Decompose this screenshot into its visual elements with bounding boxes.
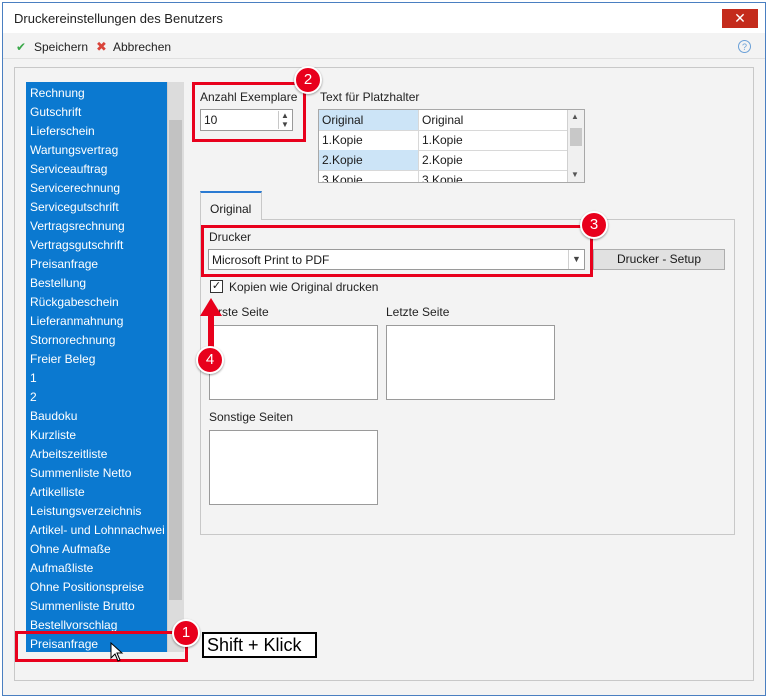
last-page-label: Letzte Seite bbox=[386, 305, 450, 319]
list-item[interactable]: Arbeitszeitliste bbox=[30, 447, 107, 461]
placeholder-label: Text für Platzhalter bbox=[320, 90, 420, 104]
list-item[interactable]: Servicegutschrift bbox=[30, 200, 119, 214]
list-item[interactable]: Bestellvorschlag bbox=[30, 618, 117, 632]
checkmark-icon: ✔ bbox=[16, 40, 27, 54]
highlight-list-item bbox=[15, 631, 188, 662]
badge-1: 1 bbox=[172, 619, 200, 647]
list-item[interactable]: Baudoku bbox=[30, 409, 77, 423]
table-cell[interactable]: Original bbox=[319, 110, 419, 130]
table-cell[interactable]: 2.Kopie bbox=[419, 150, 536, 170]
cancel-icon: ✖ bbox=[96, 39, 107, 54]
list-item[interactable]: Aufmaßliste bbox=[30, 561, 93, 575]
help-icon[interactable]: ? bbox=[738, 40, 751, 53]
placeholder-table[interactable]: Original Original 1.Kopie 1.Kopie 2.Kopie 2.K… bbox=[318, 109, 585, 183]
shift-click-note: Shift + Klick bbox=[202, 632, 317, 658]
list-item[interactable]: Wartungsvertrag bbox=[30, 143, 118, 157]
table-cell[interactable]: 2.Kopie bbox=[319, 150, 419, 170]
table-row[interactable]: 2.Kopie 2.Kopie bbox=[319, 150, 569, 171]
table-cell[interactable]: 3.Kopie bbox=[319, 170, 419, 182]
badge-4: 4 bbox=[196, 346, 224, 374]
highlight-copies bbox=[192, 82, 306, 142]
table-cell[interactable]: Original bbox=[419, 110, 536, 130]
list-item[interactable]: Summenliste Netto bbox=[30, 466, 131, 480]
list-item[interactable]: Bestellung bbox=[30, 276, 86, 290]
list-item[interactable]: Lieferschein bbox=[30, 124, 95, 138]
tab-original[interactable]: Original bbox=[200, 191, 262, 220]
printer-setup-button[interactable]: Drucker - Setup bbox=[593, 249, 725, 270]
document-type-list[interactable]: Rechnung Gutschrift Lieferschein Wartungsve… bbox=[26, 82, 167, 652]
table-cell[interactable]: 1.Kopie bbox=[419, 130, 536, 150]
close-button[interactable]: ✕ bbox=[722, 9, 758, 28]
list-item[interactable]: Summenliste Brutto bbox=[30, 599, 135, 613]
list-item[interactable]: 1 bbox=[30, 371, 37, 385]
table-row[interactable]: 3.Kopie 3.Kopie bbox=[319, 170, 569, 182]
other-pages-label: Sonstige Seiten bbox=[209, 410, 294, 424]
scroll-down-icon[interactable]: ▼ bbox=[571, 170, 579, 179]
list-item[interactable]: Rückgabeschein bbox=[30, 295, 119, 309]
table-cell[interactable]: 1.Kopie bbox=[319, 130, 419, 150]
list-item[interactable]: Artikelliste bbox=[30, 485, 85, 499]
first-page-box[interactable] bbox=[209, 325, 378, 400]
list-item[interactable]: Gutschrift bbox=[30, 105, 81, 119]
list-item[interactable]: Servicerechnung bbox=[30, 181, 120, 195]
copies-like-original-checkbox[interactable]: ✓ bbox=[210, 280, 223, 293]
window-title: Druckereinstellungen des Benutzers bbox=[14, 11, 223, 26]
cancel-button[interactable]: Abbrechen bbox=[113, 40, 171, 54]
list-item[interactable]: Rechnung bbox=[30, 86, 85, 100]
list-item[interactable]: Lieferanmahnung bbox=[30, 314, 123, 328]
mouse-cursor-icon bbox=[110, 642, 124, 662]
first-page-label: rste Seite bbox=[218, 305, 269, 319]
highlight-printer bbox=[201, 225, 593, 277]
list-item[interactable]: Ohne Positionspreise bbox=[30, 580, 144, 594]
table-row[interactable]: Original Original bbox=[319, 110, 569, 131]
list-item[interactable]: Stornorechnung bbox=[30, 333, 115, 347]
list-item[interactable]: Freier Beleg bbox=[30, 352, 95, 366]
list-item[interactable]: Preisanfrage bbox=[30, 257, 98, 271]
list-item[interactable]: Vertragsrechnung bbox=[30, 219, 125, 233]
placeholder-scrollbar-thumb[interactable] bbox=[570, 128, 582, 146]
arrow-up-icon bbox=[200, 298, 222, 350]
list-item[interactable]: Artikel- und Lohnnachwei bbox=[30, 523, 165, 537]
list-item[interactable]: 2 bbox=[30, 390, 37, 404]
badge-3: 3 bbox=[580, 211, 608, 239]
copies-like-original-label: Kopien wie Original drucken bbox=[229, 280, 379, 294]
table-row[interactable]: 1.Kopie 1.Kopie bbox=[319, 130, 569, 151]
last-page-box[interactable] bbox=[386, 325, 555, 400]
badge-2: 2 bbox=[294, 66, 322, 94]
other-pages-box[interactable] bbox=[209, 430, 378, 505]
list-item[interactable]: Leistungsverzeichnis bbox=[30, 504, 141, 518]
scroll-up-icon[interactable]: ▲ bbox=[571, 112, 579, 121]
save-button[interactable]: Speichern bbox=[34, 40, 88, 54]
placeholder-scrollbar[interactable]: ▲ ▼ bbox=[567, 110, 584, 182]
list-scrollbar-thumb[interactable] bbox=[169, 120, 182, 600]
list-item[interactable]: Vertragsgutschrift bbox=[30, 238, 123, 252]
list-item[interactable]: Serviceauftrag bbox=[30, 162, 107, 176]
list-item[interactable]: Kurzliste bbox=[30, 428, 76, 442]
list-item[interactable]: Ohne Aufmaße bbox=[30, 542, 111, 556]
table-cell[interactable]: 3.Kopie bbox=[419, 170, 536, 182]
